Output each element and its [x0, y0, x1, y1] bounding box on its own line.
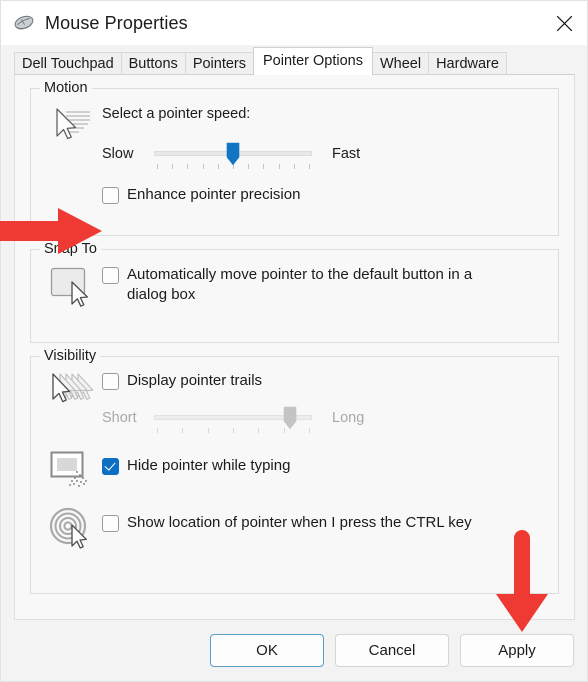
pointer-trails-thumb[interactable]: [283, 406, 297, 430]
tab-wheel[interactable]: Wheel: [371, 52, 430, 75]
pointer-trails-slider-row: Short Long: [102, 403, 548, 433]
pointer-trails-min-label: Short: [102, 409, 137, 426]
pointer-trails-icon: [52, 373, 94, 403]
snap-to-group: Snap To Automatically move pointer to th…: [30, 241, 559, 343]
tab-buttons[interactable]: Buttons: [120, 52, 186, 75]
visibility-group-title: Visibility: [40, 348, 101, 364]
dialog-button-bar: OK Cancel Apply: [1, 620, 587, 681]
display-pointer-trails-label: Display pointer trails: [127, 372, 263, 389]
ok-button[interactable]: OK: [210, 634, 324, 667]
enhance-pointer-precision-label: Enhance pointer precision: [127, 185, 301, 203]
mouse-properties-dialog: Mouse Properties Dell Touchpad Buttons P…: [0, 0, 588, 682]
show-location-checkbox[interactable]: [102, 514, 119, 532]
mouse-icon: [14, 15, 34, 30]
motion-group-title: Motion: [40, 80, 92, 96]
hide-pointer-typing-icon: [50, 451, 87, 487]
window-title: Mouse Properties: [45, 12, 188, 33]
visibility-group: Visibility Display pointer trails Short …: [30, 348, 559, 594]
default-button-pointer-icon: [50, 267, 89, 307]
locate-pointer-icon: [49, 507, 88, 549]
hide-pointer-while-typing-label: Hide pointer while typing: [127, 456, 291, 474]
auto-move-pointer-label: Automatically move pointer to the defaul…: [127, 266, 473, 303]
display-pointer-trails-row[interactable]: Display pointer trails: [102, 371, 548, 391]
motion-group: Motion Select a pointer speed: Slow Fast…: [30, 80, 559, 236]
pointer-speed-min-label: Slow: [102, 145, 134, 162]
tab-hardware[interactable]: Hardware: [428, 52, 507, 75]
pointer-trail-icon: [56, 108, 90, 140]
display-pointer-trails-checkbox[interactable]: [102, 373, 119, 390]
snap-to-group-title: Snap To: [40, 241, 101, 257]
pointer-speed-max-label: Fast: [332, 145, 361, 162]
pointer-speed-slider-row: Slow Fast: [102, 139, 548, 169]
cancel-button[interactable]: Cancel: [335, 634, 449, 667]
pointer-speed-caption: Select a pointer speed:: [102, 106, 251, 122]
pointer-trails-slider[interactable]: [154, 403, 312, 433]
auto-move-pointer-row[interactable]: Automatically move pointer to the defaul…: [102, 265, 548, 305]
title-bar: Mouse Properties: [1, 1, 587, 45]
close-icon: [556, 15, 572, 31]
pointer-speed-thumb[interactable]: [226, 142, 240, 166]
pointer-trails-max-label: Long: [332, 409, 365, 426]
tab-pointers[interactable]: Pointers: [184, 52, 255, 75]
pointer-speed-slider[interactable]: [154, 139, 312, 169]
close-button[interactable]: [541, 1, 587, 45]
tab-dell-touchpad[interactable]: Dell Touchpad: [14, 52, 122, 75]
enhance-pointer-precision-checkbox[interactable]: [102, 186, 119, 204]
auto-move-pointer-checkbox[interactable]: [102, 267, 119, 284]
enhance-pointer-precision-row[interactable]: Enhance pointer precision: [102, 185, 548, 205]
apply-button[interactable]: Apply: [460, 634, 574, 667]
tab-strip: Dell Touchpad Buttons Pointers Pointer O…: [1, 45, 587, 75]
show-location-label: Show location of pointer when I press th…: [127, 513, 472, 531]
hide-pointer-while-typing-row[interactable]: Hide pointer while typing: [102, 456, 548, 476]
tab-pointer-options[interactable]: Pointer Options: [253, 47, 373, 75]
hide-pointer-while-typing-checkbox[interactable]: [102, 457, 119, 475]
pointer-options-tab-page: Motion Select a pointer speed: Slow Fast…: [14, 74, 575, 620]
show-location-row[interactable]: Show location of pointer when I press th…: [102, 513, 548, 533]
